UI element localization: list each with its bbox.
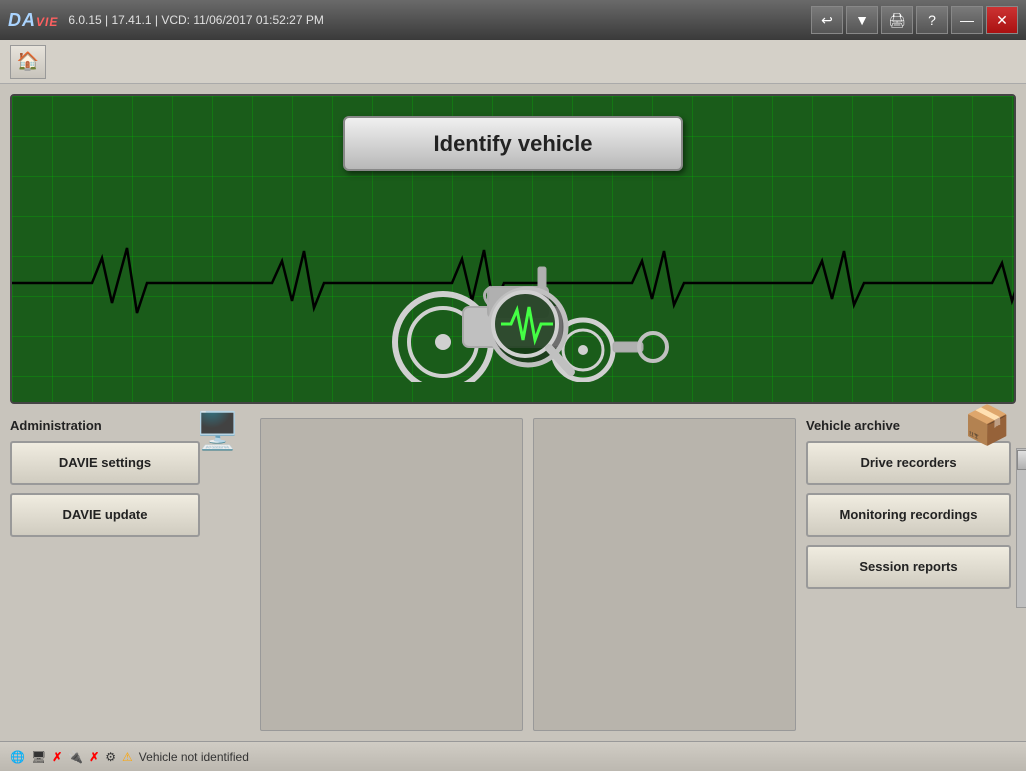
cable-error-icon: ✗ bbox=[89, 750, 99, 764]
admin-panel: 🖥️ Administration DAVIE settings DAVIE u… bbox=[10, 418, 250, 731]
statusbar: 🌐 🖥 ✗ 🔌 ✗ ⚙ ⚠ Vehicle not identified bbox=[0, 741, 1026, 771]
titlebar: DAVIE 6.0.15 | 17.41.1 | VCD: 11/06/2017… bbox=[0, 0, 1026, 40]
close-button[interactable]: ✕ bbox=[986, 6, 1018, 34]
cable-icon: 🔌 bbox=[68, 750, 83, 764]
admin-icon: 🖥️ bbox=[195, 410, 240, 452]
status-text: Vehicle not identified bbox=[139, 750, 249, 764]
placeholder-panel-1 bbox=[260, 418, 523, 731]
app-logo: DAVIE bbox=[8, 10, 58, 31]
minimize-button[interactable]: — bbox=[951, 6, 983, 34]
main-content: Identify vehicle bbox=[0, 84, 1026, 741]
davie-settings-button[interactable]: DAVIE settings bbox=[10, 441, 200, 485]
monitoring-recordings-button[interactable]: Monitoring recordings bbox=[806, 493, 1011, 537]
session-reports-button[interactable]: Session reports bbox=[806, 545, 1011, 589]
home-button[interactable]: 🏠 bbox=[10, 45, 46, 79]
davie-update-button[interactable]: DAVIE update bbox=[10, 493, 200, 537]
dropdown-button[interactable]: ▼ bbox=[846, 6, 878, 34]
identify-vehicle-button[interactable]: Identify vehicle bbox=[343, 116, 683, 171]
placeholder-panel-2 bbox=[533, 418, 796, 731]
archive-scroll-thumb[interactable] bbox=[1017, 450, 1026, 470]
archive-icon: 📦 bbox=[964, 404, 1011, 448]
help-button[interactable]: ? bbox=[916, 6, 948, 34]
vehicle-icon bbox=[343, 222, 683, 382]
home-icon: 🏠 bbox=[17, 51, 39, 72]
version-info: 6.0.15 | 17.41.1 | VCD: 11/06/2017 01:52… bbox=[68, 13, 808, 27]
bottom-section: 🖥️ Administration DAVIE settings DAVIE u… bbox=[10, 418, 1016, 731]
device-icon: ⚙ bbox=[105, 750, 116, 764]
toolbar: 🏠 bbox=[0, 40, 1026, 84]
network-error-icon: ✗ bbox=[52, 750, 62, 764]
archive-panel: 📦 Vehicle archive Drive recorders Monito… bbox=[806, 418, 1016, 731]
print-button[interactable]: 🖨 bbox=[881, 6, 913, 34]
network-icon: 🖥 bbox=[31, 750, 46, 764]
archive-scrollbar[interactable] bbox=[1016, 448, 1026, 608]
warning-icon: ⚠ bbox=[122, 750, 133, 764]
diagnostic-screen: Identify vehicle bbox=[10, 94, 1016, 404]
globe-icon: 🌐 bbox=[10, 750, 25, 764]
back-button[interactable]: ↩ bbox=[811, 6, 843, 34]
